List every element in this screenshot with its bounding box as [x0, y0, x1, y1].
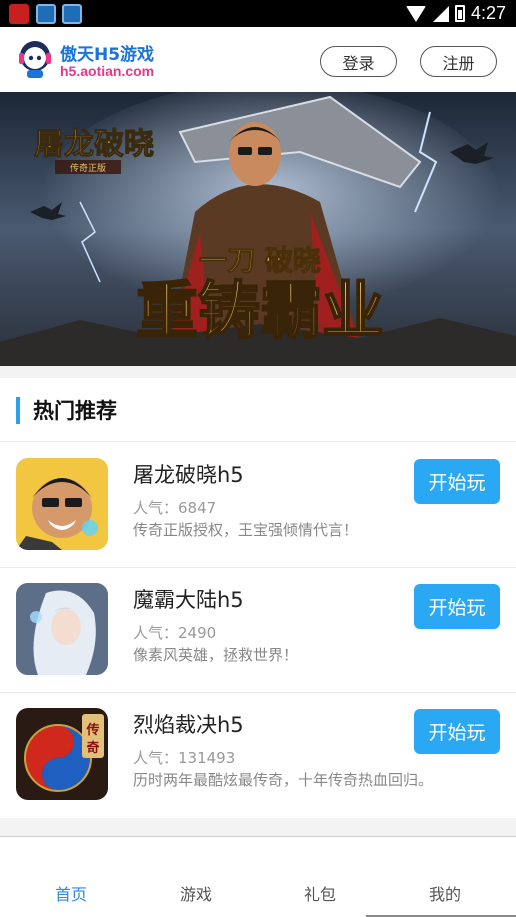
register-button[interactable]: 注册 [420, 46, 497, 77]
app-notification-icon [62, 4, 82, 24]
login-button[interactable]: 登录 [320, 46, 397, 77]
game-list-item[interactable]: 魔霸大陆h5 人气：2490 像素风英雄，拯救世界！ 开始玩 [0, 568, 516, 693]
status-bar: 4:27 [0, 0, 516, 27]
banner-artwork: 屠龙破晓 传奇正版 一刀 破晓 重铸霸业 [0, 92, 516, 366]
game-description: 传奇正版授权，王宝强倾情代言！ [133, 521, 359, 539]
game-description: 像素风英雄，拯救世界！ [133, 646, 299, 664]
banner-slogan-top: 一刀 破晓 [199, 244, 321, 277]
game-icon-lieyan[interactable]: 传 奇 [16, 708, 108, 800]
game-popularity: 人气：6847 [133, 499, 217, 517]
game-description: 历时两年最酷炫最传奇，十年传奇热血回归。 [133, 771, 434, 789]
bottom-nav: 首页 游戏 礼包 我的 [0, 836, 516, 917]
wifi-icon [405, 5, 427, 22]
hot-recommend-section: 热门推荐 屠龙破晓h5 人气：6847 传奇正版授权，王宝强倾情代言！ 开始玩 … [0, 378, 516, 818]
banner-game-logo-subtext: 传奇正版 [70, 162, 106, 174]
mascot-logo-icon[interactable] [17, 39, 53, 79]
game-popularity: 人气：2490 [133, 624, 217, 642]
nav-item-gifts[interactable]: 礼包 [260, 881, 380, 905]
status-icons: 4:27 [405, 3, 506, 24]
play-button[interactable]: 开始玩 [414, 709, 500, 754]
site-url: h5.aotian.com [60, 63, 155, 79]
section-header: 热门推荐 [0, 378, 516, 442]
section-accent-bar [16, 397, 20, 424]
play-button[interactable]: 开始玩 [414, 584, 500, 629]
game-name[interactable]: 魔霸大陆h5 [133, 584, 244, 614]
site-header: 傲天H5游戏 h5.aotian.com 登录 注册 [0, 27, 516, 92]
nav-item-games[interactable]: 游戏 [136, 881, 256, 905]
app-notification-icon [9, 4, 29, 24]
svg-text:奇: 奇 [86, 740, 99, 756]
section-title: 热门推荐 [33, 399, 117, 423]
battery-icon [454, 5, 465, 22]
signal-icon [432, 5, 449, 22]
game-popularity: 人气：131493 [133, 749, 236, 767]
svg-text:传: 传 [85, 722, 99, 738]
nav-item-mine[interactable]: 我的 [385, 881, 505, 905]
app-notification-icon [36, 4, 56, 24]
game-list-item[interactable]: 传 奇 烈焰裁决h5 人气：131493 历时两年最酷炫最传奇，十年传奇热血回归… [0, 693, 516, 818]
play-button[interactable]: 开始玩 [414, 459, 500, 504]
site-name[interactable]: 傲天H5游戏 [60, 40, 154, 65]
banner-slogan-main: 重铸霸业 [136, 274, 384, 347]
game-name[interactable]: 烈焰裁决h5 [133, 709, 244, 739]
banner-game-logo: 屠龙破晓 [34, 127, 154, 162]
status-time: 4:27 [470, 3, 506, 23]
game-list-item[interactable]: 屠龙破晓h5 人气：6847 传奇正版授权，王宝强倾情代言！ 开始玩 [0, 443, 516, 568]
game-icon-tulong[interactable] [16, 458, 108, 550]
game-name[interactable]: 屠龙破晓h5 [133, 459, 244, 489]
game-icon-moba[interactable] [16, 583, 108, 675]
promo-banner[interactable]: 屠龙破晓 传奇正版 一刀 破晓 重铸霸业 [0, 92, 516, 366]
nav-item-home[interactable]: 首页 [11, 881, 131, 905]
